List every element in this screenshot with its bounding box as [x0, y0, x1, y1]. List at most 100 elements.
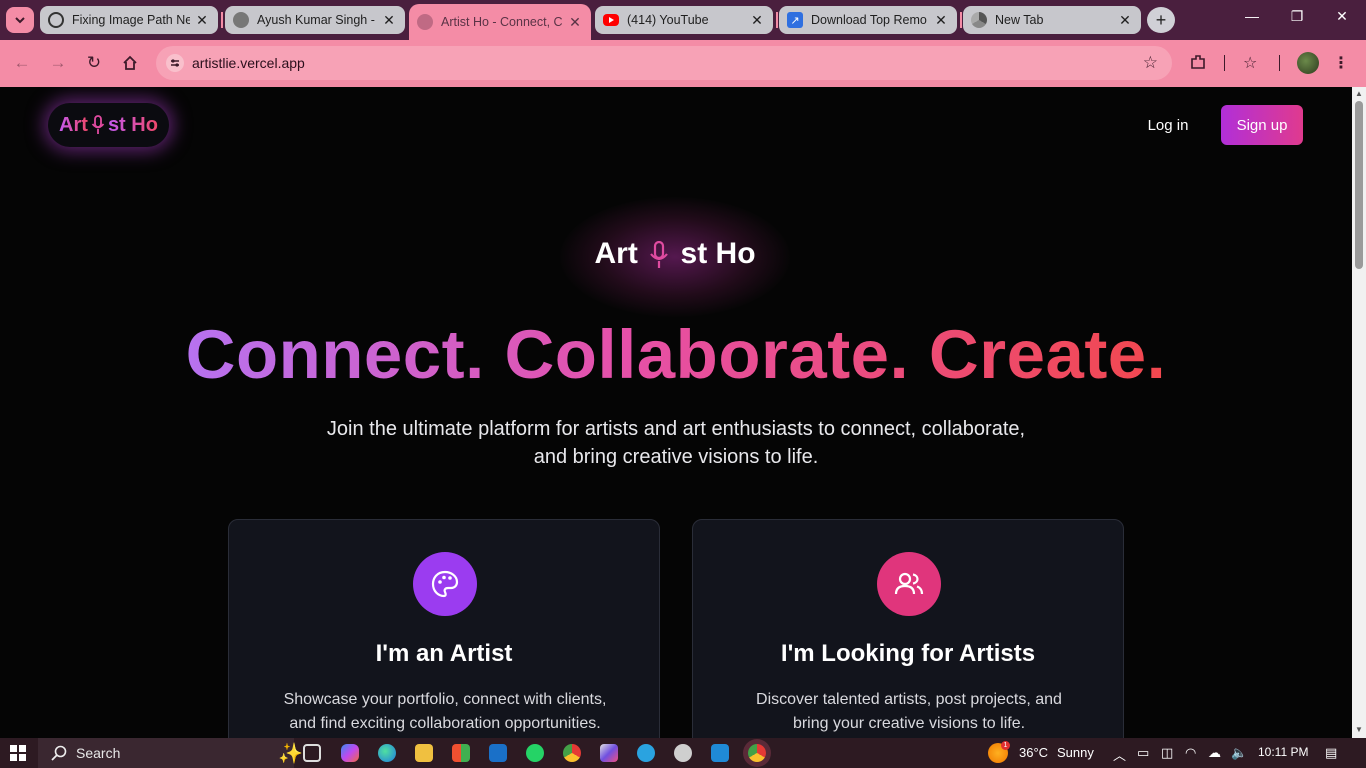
notifications-icon[interactable]: ▤ [1325, 745, 1337, 761]
forward-button[interactable]: → [47, 52, 69, 74]
artist-card[interactable]: I'm an Artist Showcase your portfolio, c… [228, 519, 660, 738]
arrow-icon: ↗ [787, 12, 803, 28]
signup-button[interactable]: Sign up [1221, 105, 1303, 145]
hero-subtitle: Join the ultimate platform for artists a… [290, 415, 1062, 471]
chevron-up-icon[interactable]: ︿ [1113, 745, 1126, 764]
telegram-icon[interactable] [637, 744, 655, 762]
chrome-icon [971, 12, 987, 28]
task-view-icon[interactable] [303, 744, 321, 762]
users-icon [877, 552, 941, 616]
vscode-icon[interactable] [711, 744, 729, 762]
youtube-icon [603, 14, 619, 26]
tab-youtube[interactable]: (414) YouTube ✕ [595, 6, 773, 34]
weather-temp[interactable]: 36°C [1019, 745, 1048, 760]
extensions-icon[interactable] [1189, 53, 1207, 76]
taskbar-search[interactable]: Search ✨ [38, 738, 303, 768]
palette-icon [413, 552, 477, 616]
arrow-right-icon: → [49, 53, 67, 72]
logo-text-left: Art [59, 113, 88, 136]
hero-logo-left: Art [594, 237, 638, 270]
restore-button[interactable]: ❐ [1282, 8, 1312, 25]
minimize-button[interactable]: — [1237, 8, 1267, 24]
hero-headline: Connect. Collaborate. Create. [0, 315, 1352, 394]
tab-title: Fixing Image Path Ne [72, 13, 190, 27]
weather-badge: 1 [1001, 741, 1010, 750]
bookmarks-icon[interactable]: ☆ [1243, 53, 1257, 73]
card-description-line: Discover talented artists, post projects… [756, 691, 1062, 708]
clock-time[interactable]: 10:11 PM [1258, 745, 1308, 759]
tab-new-tab[interactable]: New Tab ✕ [963, 6, 1141, 34]
outlook-icon[interactable] [489, 744, 507, 762]
toolbar-divider [1224, 55, 1225, 71]
tab-title: Ayush Kumar Singh - [257, 13, 375, 27]
plus-icon: + [1155, 9, 1167, 30]
windows-start-icon[interactable] [10, 745, 26, 761]
profile-avatar[interactable] [1297, 52, 1319, 74]
hero-logo: Art st Ho [560, 237, 790, 271]
file-explorer-icon[interactable] [415, 744, 433, 762]
site-logo[interactable]: Art st Ho [48, 103, 169, 147]
ms-store-icon[interactable] [452, 744, 470, 762]
app-icon[interactable] [674, 744, 692, 762]
microphone-icon [650, 241, 669, 269]
windows-taskbar: Search ✨ 1 36°C Sunny ︿ ▭ ◫ ◠ ☁ 🔈 10:11 … [0, 738, 1366, 768]
home-button[interactable] [119, 52, 141, 74]
close-window-button[interactable]: ✕ [1327, 8, 1357, 25]
close-icon[interactable]: ✕ [749, 12, 765, 29]
battery-icon[interactable]: ▭ [1137, 745, 1149, 761]
card-description: Showcase your portfolio, connect with cl… [259, 688, 631, 736]
weather-condition[interactable]: Sunny [1057, 745, 1094, 760]
reload-button[interactable]: ↻ [83, 52, 105, 74]
tab-separator [960, 12, 962, 28]
login-link[interactable]: Log in [1130, 113, 1206, 137]
tab-download[interactable]: ↗ Download Top Remo ✕ [779, 6, 957, 34]
volume-icon[interactable]: 🔈 [1231, 745, 1247, 761]
site-settings-icon[interactable] [166, 54, 184, 72]
chrome-active-icon[interactable] [748, 744, 766, 762]
tab-title: (414) YouTube [627, 13, 709, 27]
subtitle-line: Join the ultimate platform for artists a… [326, 418, 1026, 440]
search-icon [51, 745, 67, 761]
bookmark-star-icon[interactable]: ☆ [1143, 53, 1158, 73]
globe-icon [233, 12, 249, 28]
photos-icon[interactable] [600, 744, 618, 762]
edge-icon[interactable] [378, 744, 396, 762]
card-description-line: bring your creative visions to life. [792, 715, 1026, 732]
close-icon[interactable]: ✕ [381, 12, 397, 29]
scroll-up-icon[interactable]: ▲ [1355, 89, 1363, 98]
menu-kebab-icon[interactable]: ⋮ [1333, 53, 1349, 73]
card-description-line: Showcase your portfolio, connect with cl… [283, 691, 607, 708]
microphone-icon [91, 115, 105, 134]
back-button[interactable]: ← [11, 52, 33, 74]
arrow-left-icon: ← [13, 53, 31, 72]
close-icon[interactable]: ✕ [933, 12, 949, 29]
tab-title: Artist Ho - Connect, C [441, 15, 563, 29]
whatsapp-icon[interactable] [526, 744, 544, 762]
address-bar[interactable]: artistlie.vercel.app ☆ [156, 46, 1172, 80]
search-label: Search [76, 745, 121, 761]
hero-logo-right: st Ho [680, 237, 756, 270]
toolbar-divider [1279, 55, 1280, 71]
close-icon[interactable]: ✕ [1117, 12, 1133, 29]
tab-search-button[interactable] [6, 7, 34, 33]
close-icon[interactable]: ✕ [567, 14, 583, 31]
new-tab-button[interactable]: + [1147, 7, 1175, 33]
tab-artist-ho[interactable]: Artist Ho - Connect, C ✕ [409, 4, 591, 40]
close-icon[interactable]: ✕ [194, 12, 210, 29]
scroll-down-icon[interactable]: ▼ [1355, 725, 1363, 734]
reload-icon: ↻ [86, 53, 102, 72]
page-content: Art st Ho Log in Sign up Art st Ho Conne… [0, 87, 1352, 738]
client-card[interactable]: I'm Looking for Artists Discover talente… [692, 519, 1124, 738]
chrome-icon[interactable] [563, 744, 581, 762]
wifi-icon[interactable]: ◠ [1185, 745, 1196, 761]
page-scrollbar[interactable]: ▲ ▼ [1352, 87, 1366, 738]
tab-separator [776, 12, 778, 28]
camera-icon[interactable]: ◫ [1161, 745, 1173, 761]
card-description: Discover talented artists, post projects… [723, 688, 1095, 736]
tab-fixing-image[interactable]: Fixing Image Path Ne ✕ [40, 6, 218, 34]
scroll-thumb[interactable] [1355, 101, 1363, 269]
tab-separator [221, 12, 223, 28]
tab-ayush[interactable]: Ayush Kumar Singh - ✕ [225, 6, 405, 34]
copilot-icon[interactable] [341, 744, 359, 762]
cloud-icon[interactable]: ☁ [1208, 745, 1221, 761]
